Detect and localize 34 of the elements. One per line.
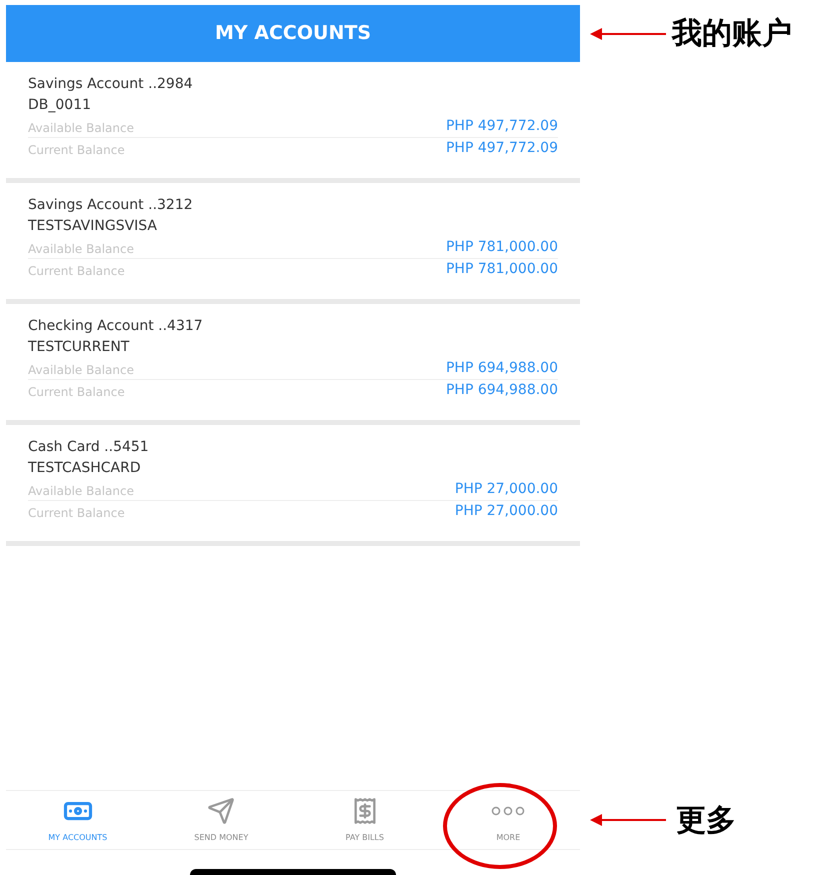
header-bar: MY ACCOUNTS [6, 5, 580, 62]
more-icon [491, 806, 526, 816]
account-name: Savings Account ..2984 [28, 75, 194, 94]
account-nickname: TESTCURRENT [28, 338, 130, 357]
balance-amount: PHP 781,000.00 [446, 260, 558, 279]
account-nickname: TESTSAVINGSVISA [28, 217, 158, 236]
balance-label: Available Balance [28, 362, 134, 379]
balance-label: Current Balance [28, 263, 125, 280]
nav-tab[interactable]: SEND MONEY [190, 794, 252, 846]
account-name: Checking Account ..4317 [28, 317, 204, 336]
annotation-label: 更多 [676, 802, 736, 840]
balance-amount: PHP 497,772.09 [446, 139, 558, 158]
balance-amount: PHP 27,000.00 [454, 480, 558, 499]
account-card[interactable]: Savings Account ..2984 DB_0011 Available Balance PHP 497,772.09 Current Balance PHP 497,772.09 [6, 62, 580, 183]
balance-amount: PHP 497,772.09 [446, 117, 558, 136]
account-name: Cash Card ..5451 [28, 438, 150, 457]
balance-label: Current Balance [28, 505, 125, 522]
balance-label: Current Balance [28, 384, 125, 401]
balance-label: Available Balance [28, 120, 134, 137]
account-nickname: DB_0011 [28, 96, 92, 115]
balance-amount: PHP 694,988.00 [446, 359, 558, 378]
account-name: Savings Account ..3212 [28, 196, 194, 215]
balance-label: Available Balance [28, 483, 134, 500]
balance-label: Current Balance [28, 142, 125, 159]
balance-amount: PHP 781,000.00 [446, 238, 558, 257]
annotation-label: 我的账户 [672, 15, 792, 53]
balance-amount: PHP 694,988.00 [446, 381, 558, 400]
paper-plane-icon [207, 797, 236, 825]
account-card[interactable]: Savings Account ..3212 TESTSAVINGSVISA Available Balance PHP 781,000.00 Current Balance PHP 781,000.00 [6, 183, 580, 304]
account-card[interactable]: Checking Account ..4317 TESTCURRENT Available Balance PHP 694,988.00 Current Balance PHP 694,988.00 [6, 304, 580, 425]
balance-label: Available Balance [28, 241, 134, 258]
account-card[interactable]: Cash Card ..5451 TESTCASHCARD Available Balance PHP 27,000.00 Current Balance PHP 27,000.00 [6, 425, 580, 546]
balance-amount: PHP 27,000.00 [454, 502, 558, 521]
account-nickname: TESTCASHCARD [28, 459, 142, 478]
